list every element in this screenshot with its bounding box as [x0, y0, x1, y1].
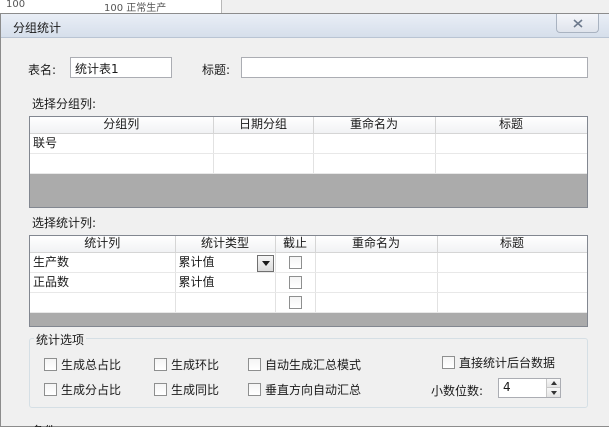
- checkbox[interactable]: [248, 383, 261, 396]
- table-row[interactable]: [30, 292, 587, 313]
- opt-label: 生成同比: [171, 383, 220, 397]
- table-name-label: 表名:: [28, 63, 57, 77]
- group-header-col[interactable]: 分组列: [30, 117, 214, 134]
- stat-header-type[interactable]: 统计类型: [175, 236, 276, 253]
- stat-rename-cell[interactable]: [315, 292, 438, 313]
- opt-vertical-summary[interactable]: 垂直方向自动汇总: [248, 381, 361, 398]
- cutoff-checkbox[interactable]: [288, 276, 302, 289]
- close-button[interactable]: [556, 14, 599, 33]
- stat-type-cell[interactable]: [175, 292, 276, 313]
- bg-cell: 100: [6, 0, 26, 10]
- decimal-stepper[interactable]: 4: [498, 378, 561, 398]
- group-cell[interactable]: [213, 133, 314, 154]
- title-input[interactable]: [241, 57, 588, 78]
- group-section-label: 选择分组列:: [32, 97, 97, 111]
- group-cell[interactable]: [435, 133, 587, 154]
- options-title: 统计选项: [34, 331, 87, 348]
- stat-title-cell[interactable]: [437, 292, 587, 313]
- bg-cell: 100 正常生产: [104, 3, 167, 14]
- opt-label: 生成总占比: [61, 358, 122, 372]
- stat-header-col[interactable]: 统计列: [30, 236, 176, 253]
- checkbox[interactable]: [248, 358, 261, 371]
- opt-label: 垂直方向自动汇总: [265, 383, 362, 397]
- chevron-down-icon: [261, 261, 270, 266]
- group-cell[interactable]: [213, 153, 314, 174]
- opt-auto-summary[interactable]: 自动生成汇总模式: [248, 356, 361, 373]
- stat-rename-cell[interactable]: [315, 272, 438, 293]
- group-header-date[interactable]: 日期分组: [213, 117, 314, 134]
- opt-total-ratio[interactable]: 生成总占比: [44, 356, 121, 373]
- table-row[interactable]: 联号: [30, 133, 587, 154]
- group-cell[interactable]: 联号: [30, 133, 214, 154]
- stat-header-cutoff[interactable]: 截止: [275, 236, 316, 253]
- stat-type-cell[interactable]: 累计值: [175, 272, 276, 293]
- stepper-up-button[interactable]: [547, 379, 560, 388]
- chevron-up-icon: [550, 381, 557, 385]
- dialog-title: 分组统计: [13, 21, 62, 35]
- stat-header-rename[interactable]: 重命名为: [315, 236, 438, 253]
- table-row[interactable]: [30, 153, 587, 174]
- opt-ring-ratio[interactable]: 生成环比: [154, 356, 219, 373]
- title-label: 标题:: [202, 63, 231, 77]
- close-icon: [572, 18, 583, 28]
- group-cell[interactable]: [30, 153, 214, 174]
- checkbox[interactable]: [154, 358, 167, 371]
- table-row[interactable]: 生产数 累计值: [30, 252, 587, 273]
- stat-col-cell[interactable]: 正品数: [30, 272, 176, 293]
- stat-columns-grid[interactable]: 统计列 统计类型 截止 重命名为 标题 生产数 累计值 正品数 累计值: [29, 235, 588, 327]
- stat-title-cell[interactable]: [437, 272, 587, 293]
- opt-sub-ratio[interactable]: 生成分占比: [44, 381, 121, 398]
- chevron-down-icon: [550, 390, 557, 395]
- stat-rename-cell[interactable]: [315, 252, 438, 273]
- opt-yoy-ratio[interactable]: 生成同比: [154, 381, 219, 398]
- group-cell[interactable]: [313, 133, 436, 154]
- group-header-title[interactable]: 标题: [435, 117, 587, 134]
- group-cell[interactable]: [313, 153, 436, 174]
- group-cell[interactable]: [435, 153, 587, 174]
- stat-type-dropdown-button[interactable]: [257, 255, 274, 272]
- stat-title-cell[interactable]: [437, 252, 587, 273]
- checkbox[interactable]: [442, 356, 455, 369]
- checkbox[interactable]: [44, 383, 57, 396]
- stat-header-title[interactable]: 标题: [437, 236, 587, 253]
- decimal-label: 小数位数:: [431, 384, 484, 398]
- group-header-rename[interactable]: 重命名为: [313, 117, 436, 134]
- cutoff-checkbox[interactable]: [288, 256, 302, 269]
- stat-section-label: 选择统计列:: [32, 216, 97, 230]
- cutoff-checkbox[interactable]: [288, 296, 302, 309]
- decimal-value[interactable]: 4: [503, 380, 511, 394]
- table-name-input[interactable]: 统计表1: [70, 57, 172, 78]
- opt-label: 生成分占比: [61, 383, 122, 397]
- checkbox[interactable]: [44, 358, 57, 371]
- stat-col-cell[interactable]: 生产数: [30, 252, 176, 273]
- stat-col-cell[interactable]: [30, 292, 176, 313]
- background-window: 100 100 正常生产: [0, 0, 222, 14]
- opt-label: 自动生成汇总模式: [265, 358, 362, 372]
- opt-direct-backend[interactable]: 直接统计后台数据: [442, 354, 555, 371]
- dialog-titlebar: 分组统计: [1, 14, 609, 38]
- opt-label: 直接统计后台数据: [459, 356, 556, 370]
- checkbox[interactable]: [154, 383, 167, 396]
- stepper-down-button[interactable]: [547, 388, 560, 397]
- table-row[interactable]: 正品数 累计值: [30, 272, 587, 293]
- conditions-label: 条件: [32, 422, 56, 427]
- group-stat-dialog: 分组统计 表名: 统计表1 标题: 选择分组列: 分组列 日期分组 重命名为 标…: [0, 13, 609, 427]
- group-columns-grid[interactable]: 分组列 日期分组 重命名为 标题 联号: [29, 116, 588, 208]
- opt-label: 生成环比: [171, 358, 220, 372]
